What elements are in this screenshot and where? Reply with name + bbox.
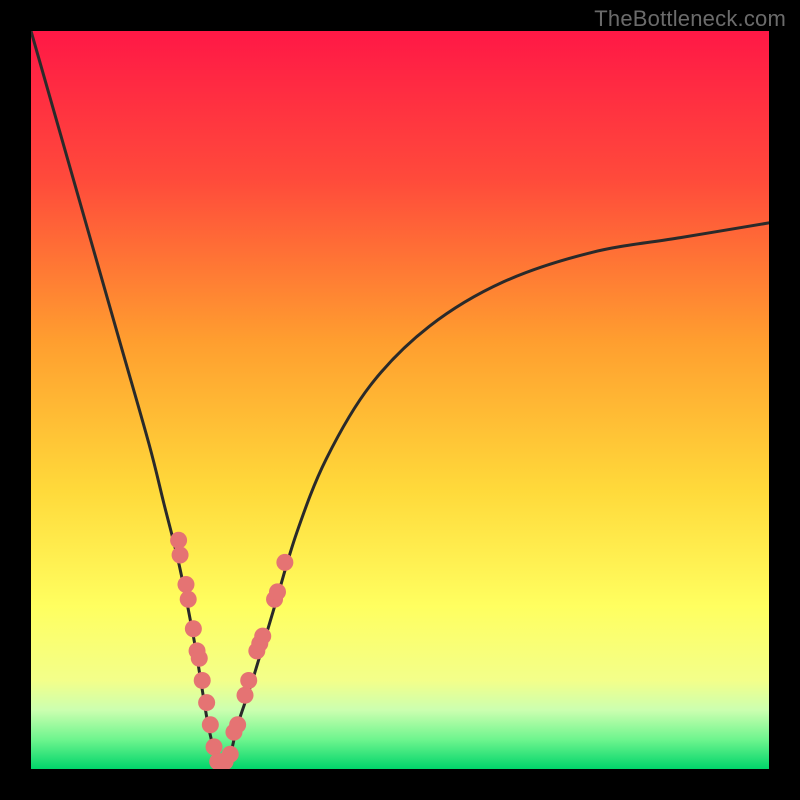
scatter-dot bbox=[269, 583, 286, 600]
scatter-dot bbox=[202, 716, 219, 733]
scatter-dot bbox=[240, 672, 257, 689]
scatter-dot bbox=[206, 738, 223, 755]
chart-svg bbox=[31, 31, 769, 769]
scatter-dot bbox=[172, 546, 189, 563]
scatter-dot bbox=[170, 532, 187, 549]
scatter-dot bbox=[276, 554, 293, 571]
scatter-dot bbox=[191, 650, 208, 667]
scatter-dot bbox=[194, 672, 211, 689]
scatter-dot bbox=[222, 746, 239, 763]
watermark-text: TheBottleneck.com bbox=[594, 6, 786, 32]
bottleneck-curve bbox=[31, 31, 769, 762]
scatter-dot bbox=[185, 620, 202, 637]
scatter-dot bbox=[237, 687, 254, 704]
outer-frame: TheBottleneck.com bbox=[0, 0, 800, 800]
scatter-dot bbox=[177, 576, 194, 593]
plot-area bbox=[31, 31, 769, 769]
scatter-dot bbox=[180, 591, 197, 608]
scatter-dot bbox=[254, 628, 271, 645]
scatter-dot bbox=[198, 694, 215, 711]
scatter-dots bbox=[170, 532, 293, 769]
scatter-dot bbox=[229, 716, 246, 733]
